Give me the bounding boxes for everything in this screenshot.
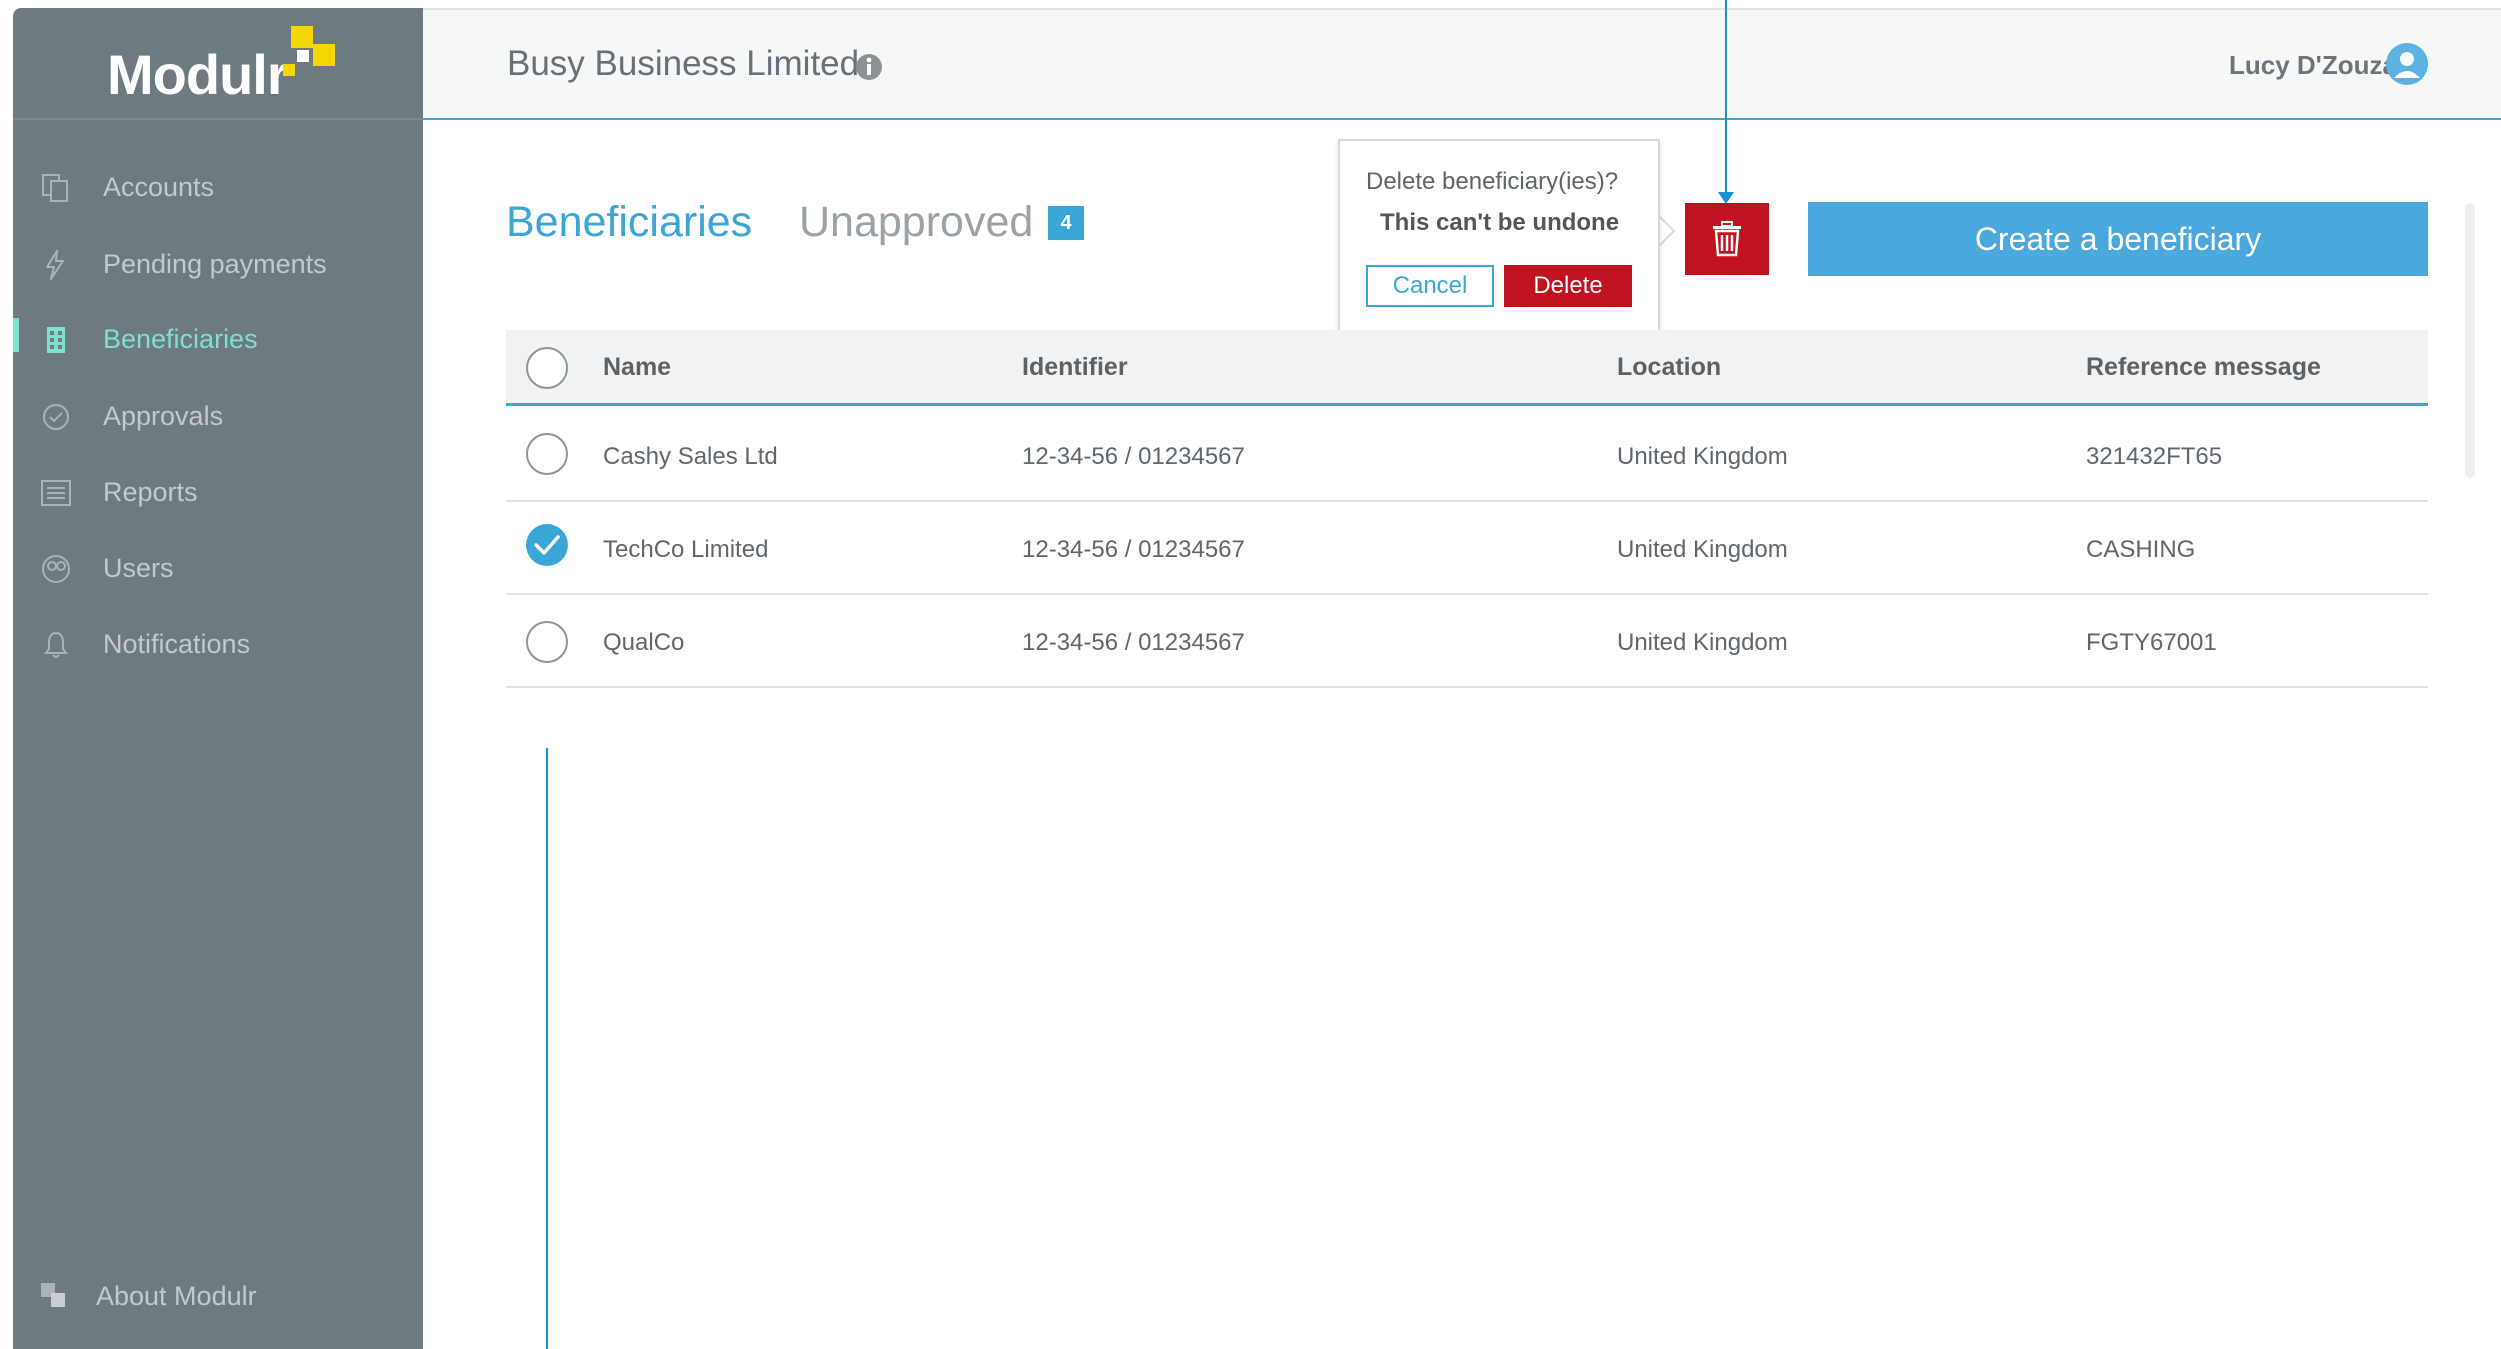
user-name[interactable]: Lucy D'Zouza — [2229, 50, 2397, 81]
modulr-small-icon — [41, 1283, 65, 1307]
table-header: Name Identifier Location Reference messa… — [506, 330, 2428, 406]
table-row[interactable]: TechCo Limited 12-34-56 / 01234567 Unite… — [506, 502, 2428, 595]
company-name: Busy Business Limited — [507, 44, 860, 83]
cell-identifier: 12-34-56 / 01234567 — [1022, 536, 1245, 563]
lightning-icon — [46, 250, 64, 280]
annotation-line — [1725, 0, 1727, 196]
select-all-radio[interactable] — [526, 347, 568, 389]
trash-icon — [1713, 221, 1741, 257]
tab-beneficiaries[interactable]: Beneficiaries — [506, 198, 752, 247]
table-row[interactable]: Cashy Sales Ltd 12-34-56 / 01234567 Unit… — [506, 409, 2428, 502]
building-icon — [47, 327, 65, 353]
check-icon — [534, 535, 560, 555]
create-beneficiary-button[interactable]: Create a beneficiary — [1808, 202, 2428, 276]
table-row[interactable]: QualCo 12-34-56 / 01234567 United Kingdo… — [506, 595, 2428, 688]
cell-reference: 321432FT65 — [2086, 443, 2223, 470]
about-label: About Modulr — [96, 1281, 257, 1311]
cell-reference: CASHING — [2086, 536, 2196, 563]
cell-reference: FGTY67001 — [2086, 629, 2217, 656]
delete-selected-button[interactable] — [1685, 203, 1769, 275]
top-header: Busy Business Limited Lucy D'Zouza — [423, 8, 2501, 120]
column-header-identifier[interactable]: Identifier — [1022, 353, 1128, 382]
column-header-location[interactable]: Location — [1617, 353, 1721, 382]
row-select-radio-checked[interactable] — [526, 524, 568, 566]
row-select-radio[interactable] — [526, 433, 568, 475]
avatar-icon[interactable] — [2385, 42, 2429, 86]
sidebar-item-notifications[interactable]: Notifications — [13, 615, 423, 675]
sidebar-item-accounts[interactable]: Accounts — [13, 158, 423, 218]
sidebar-item-reports[interactable]: Reports — [13, 463, 423, 523]
delete-confirm-popover: Delete beneficiary(ies)? This can't be u… — [1338, 139, 1660, 335]
sidebar-item-label: Approvals — [103, 401, 224, 431]
scrollbar[interactable] — [2465, 203, 2475, 478]
cancel-button[interactable]: Cancel — [1366, 265, 1494, 307]
column-header-name[interactable]: Name — [603, 353, 671, 382]
sidebar-item-label: Notifications — [103, 629, 251, 659]
row-select-radio[interactable] — [526, 621, 568, 663]
cell-name: Cashy Sales Ltd — [603, 443, 778, 470]
delete-button[interactable]: Delete — [1504, 265, 1632, 307]
modulr-logo-icon — [283, 26, 335, 76]
sidebar: Modulr Accounts Pending payments Benefic… — [13, 8, 423, 1349]
sidebar-item-label: Users — [103, 553, 174, 583]
sidebar-item-beneficiaries[interactable]: Beneficiaries — [13, 310, 423, 370]
sidebar-item-label: Reports — [103, 477, 198, 507]
cell-identifier: 12-34-56 / 01234567 — [1022, 443, 1245, 470]
cell-identifier: 12-34-56 / 01234567 — [1022, 629, 1245, 656]
cell-location: United Kingdom — [1617, 443, 1788, 470]
cell-name: QualCo — [603, 629, 685, 656]
accounts-icon — [42, 174, 68, 202]
check-circle-icon — [43, 404, 69, 430]
about-modulr-link[interactable]: About Modulr — [13, 1271, 423, 1331]
sidebar-item-users[interactable]: Users — [13, 539, 423, 599]
annotation-line — [546, 748, 548, 1349]
unapproved-count-badge: 4 — [1048, 206, 1084, 240]
sidebar-item-label: Beneficiaries — [103, 324, 258, 354]
popover-warning: This can't be undone — [1380, 209, 1620, 236]
logo-text: Modulr — [107, 43, 289, 106]
logo[interactable]: Modulr — [13, 8, 423, 120]
report-icon — [41, 480, 71, 506]
tab-unapproved[interactable]: Unapproved — [799, 198, 1033, 247]
cell-location: United Kingdom — [1617, 629, 1788, 656]
popover-question: Delete beneficiary(ies)? — [1366, 168, 1619, 195]
sidebar-item-pending-payments[interactable]: Pending payments — [13, 235, 423, 295]
cell-name: TechCo Limited — [603, 536, 769, 563]
bell-icon — [44, 631, 68, 658]
sidebar-item-approvals[interactable]: Approvals — [13, 387, 423, 447]
users-icon — [42, 555, 70, 583]
cell-location: United Kingdom — [1617, 536, 1788, 563]
sidebar-item-label: Accounts — [103, 172, 215, 202]
column-header-reference[interactable]: Reference message — [2086, 353, 2321, 382]
sidebar-item-label: Pending payments — [103, 249, 327, 279]
info-icon[interactable] — [854, 52, 884, 82]
